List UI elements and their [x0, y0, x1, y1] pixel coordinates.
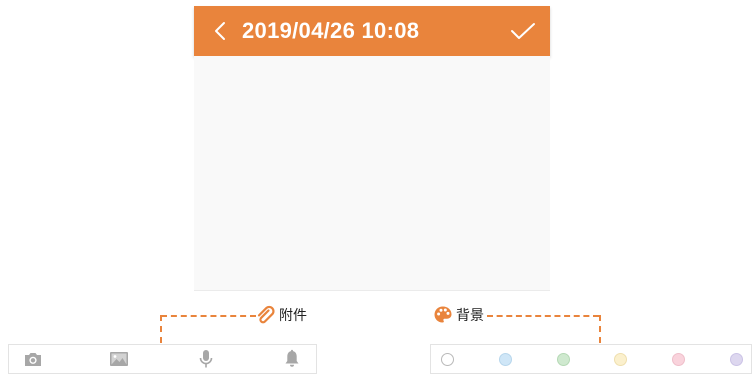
attach-callout-leg	[160, 315, 162, 343]
paperclip-icon	[257, 305, 275, 324]
note-date-title: 2019/04/26 10:08	[242, 18, 420, 43]
bell-icon	[285, 349, 299, 367]
note-editor-screen: 2019/04/26 10:08	[194, 6, 550, 291]
attach-label: 附件	[279, 308, 307, 324]
swatch-blue[interactable]	[498, 352, 512, 366]
reminder-button[interactable]	[281, 348, 303, 370]
background-label: 背景	[456, 308, 484, 324]
image-button[interactable]	[108, 348, 130, 370]
swatch-white[interactable]	[441, 352, 454, 366]
image-icon	[110, 352, 129, 366]
attachment-toolbar	[8, 344, 317, 374]
background-callout-leg	[599, 315, 601, 343]
background-callout: 背景	[433, 305, 484, 325]
note-content-area[interactable]	[194, 56, 550, 290]
microphone-icon	[199, 350, 212, 368]
camera-icon	[25, 353, 41, 366]
swatch-yellow[interactable]	[614, 352, 628, 366]
top-bar: 2019/04/26 10:08	[194, 6, 550, 56]
chevron-left-icon	[215, 22, 225, 40]
camera-button[interactable]	[22, 348, 44, 370]
attach-callout-line	[161, 315, 256, 317]
swatch-pink[interactable]	[672, 352, 686, 366]
swatch-green[interactable]	[556, 352, 570, 366]
background-callout-line	[487, 315, 599, 317]
confirm-button[interactable]	[508, 17, 538, 45]
voice-button[interactable]	[195, 348, 217, 370]
palette-icon	[434, 306, 452, 323]
checkmark-icon	[511, 23, 535, 39]
swatch-lavender[interactable]	[729, 352, 743, 366]
attach-callout: 附件	[256, 305, 307, 325]
back-button[interactable]	[210, 18, 230, 44]
background-toolbar	[430, 344, 752, 374]
